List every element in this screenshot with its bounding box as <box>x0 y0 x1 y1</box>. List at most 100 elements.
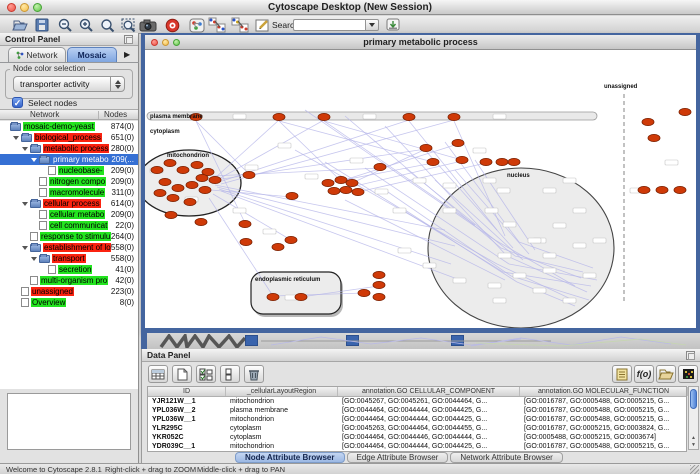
network-node[interactable] <box>295 293 307 300</box>
tab-edge-attribute-browser[interactable]: Edge Attribute Browser <box>347 452 449 463</box>
expand-arrow-icon[interactable] <box>22 202 28 206</box>
select-nodes-checkbox[interactable]: ✓ <box>12 97 23 108</box>
resize-grip[interactable] <box>690 465 699 474</box>
tree-item[interactable]: biological_process651(0) <box>0 132 138 143</box>
network-node[interactable] <box>159 178 171 185</box>
zoom-out-button[interactable] <box>56 17 74 33</box>
network-node[interactable] <box>328 187 340 194</box>
tab-node-attribute-browser[interactable]: Node Attribute Browser <box>235 452 345 463</box>
zoom-view-icon[interactable] <box>173 39 180 46</box>
network-node[interactable] <box>642 118 654 125</box>
network-node[interactable] <box>496 158 508 165</box>
network-node[interactable] <box>674 186 686 193</box>
network-window-titlebar[interactable]: primary metabolic process <box>145 35 696 50</box>
table-column-header[interactable]: ID <box>148 387 226 396</box>
network-node[interactable] <box>172 184 184 191</box>
expand-arrow-icon[interactable] <box>31 257 37 261</box>
attribute-list-button[interactable] <box>612 365 632 383</box>
show-columns-button[interactable] <box>148 365 168 383</box>
network-node[interactable] <box>164 159 176 166</box>
vizmapper-button[interactable] <box>188 17 206 33</box>
search-dropdown-icon[interactable] <box>365 19 379 31</box>
network-node[interactable] <box>195 218 207 225</box>
network-node[interactable] <box>209 176 221 183</box>
matrix-button[interactable] <box>678 365 698 383</box>
network-node[interactable] <box>191 161 203 168</box>
apply-layout-button-2[interactable] <box>231 17 249 33</box>
network-node[interactable] <box>239 220 251 227</box>
network-node[interactable] <box>374 163 386 170</box>
network-node[interactable] <box>346 179 358 186</box>
birdseye-view-panel[interactable] <box>7 393 131 450</box>
table-row[interactable]: YKR052Ccytoplasm[GO:0044464, GO:0044446,… <box>148 433 686 442</box>
save-session-button[interactable] <box>33 17 51 33</box>
network-node[interactable] <box>456 156 468 163</box>
minimize-view-icon[interactable] <box>162 39 169 46</box>
close-window-icon[interactable] <box>7 3 16 12</box>
network-node[interactable] <box>420 144 432 151</box>
tree-item[interactable]: macromolecule311(0) <box>0 187 138 198</box>
plugin-manager-button[interactable] <box>384 17 402 33</box>
table-column-header[interactable]: annotation.GO CELLULAR_COMPONENT <box>338 387 520 396</box>
network-node[interactable] <box>452 139 464 146</box>
tree-item[interactable]: primary metabo209(... <box>0 154 138 165</box>
table-column-header[interactable]: _cellularLayoutRegion <box>226 387 338 396</box>
import-attributes-button[interactable] <box>656 365 676 383</box>
network-node[interactable] <box>352 188 364 195</box>
annotation-button[interactable] <box>254 17 272 33</box>
tree-item[interactable]: unassigned223(0) <box>0 286 138 297</box>
tree-item[interactable]: cellular metabo209(0) <box>0 209 138 220</box>
tree-item[interactable]: Overview8(0) <box>0 297 138 308</box>
float-panel-icon[interactable] <box>686 351 695 360</box>
network-node[interactable] <box>427 158 439 165</box>
network-node[interactable] <box>318 113 330 120</box>
table-row[interactable]: YJR121W__1mitochondrion[GO:0045267, GO:0… <box>148 397 686 406</box>
table-row[interactable]: YPL036W__1mitochondrion[GO:0044464, GO:0… <box>148 415 686 424</box>
network-node[interactable] <box>373 293 385 300</box>
network-node[interactable] <box>273 113 285 120</box>
network-node[interactable] <box>154 189 166 196</box>
help-button[interactable] <box>163 17 181 33</box>
close-view-icon[interactable] <box>151 39 158 46</box>
tree-item[interactable]: establishment of lo558(0) <box>0 242 138 253</box>
network-node[interactable] <box>240 238 252 245</box>
network-node[interactable] <box>373 281 385 288</box>
network-node[interactable] <box>184 198 196 205</box>
table-row[interactable]: YDR039C__1mitochondrion[GO:0044464, GO:0… <box>148 442 686 451</box>
tree-item[interactable]: cell communicat22(0) <box>0 220 138 231</box>
unselect-attributes-button[interactable] <box>220 365 240 383</box>
select-attributes-button[interactable] <box>196 365 216 383</box>
tree-item[interactable]: secretion41(0) <box>0 264 138 275</box>
expand-arrow-icon[interactable] <box>31 158 37 162</box>
network-node[interactable] <box>272 243 284 250</box>
network-node[interactable] <box>679 108 691 115</box>
network-node[interactable] <box>638 186 650 193</box>
network-node[interactable] <box>648 134 660 141</box>
network-node[interactable] <box>177 166 189 173</box>
network-node[interactable] <box>448 113 460 120</box>
minimize-window-icon[interactable] <box>20 3 29 12</box>
new-attribute-button[interactable] <box>172 365 192 383</box>
scrollbar-thumb[interactable] <box>690 389 697 409</box>
open-session-button[interactable] <box>11 17 29 33</box>
tree-item[interactable]: mosaic-demo-yeast874(0) <box>0 121 138 132</box>
network-canvas[interactable]: plasma membranecytoplasmmitochondrionnuc… <box>145 50 696 328</box>
network-node[interactable] <box>335 176 347 183</box>
apply-layout-button-1[interactable] <box>208 17 226 33</box>
network-node[interactable] <box>267 293 279 300</box>
network-node[interactable] <box>243 171 255 178</box>
network-node[interactable] <box>508 158 520 165</box>
tab-network-attribute-browser[interactable]: Network Attribute Browser <box>450 452 562 463</box>
zoom-in-button[interactable] <box>77 17 95 33</box>
tab-mosaic[interactable]: Mosaic <box>67 47 117 62</box>
expand-arrow-icon[interactable] <box>13 136 19 140</box>
tree-item[interactable]: cellular process614(0) <box>0 198 138 209</box>
table-row[interactable]: YLR295Ccytoplasm[GO:0045263, GO:0044464,… <box>148 424 686 433</box>
expand-arrow-icon[interactable] <box>22 147 28 151</box>
tree-item[interactable]: multi-organism pro42(0) <box>0 275 138 286</box>
node-color-dropdown[interactable]: transporter activity <box>13 76 125 92</box>
delete-attribute-button[interactable] <box>244 365 264 383</box>
network-node[interactable] <box>196 174 208 181</box>
network-node[interactable] <box>186 181 198 188</box>
table-scrollbar[interactable]: ▲ ▼ <box>688 386 699 450</box>
